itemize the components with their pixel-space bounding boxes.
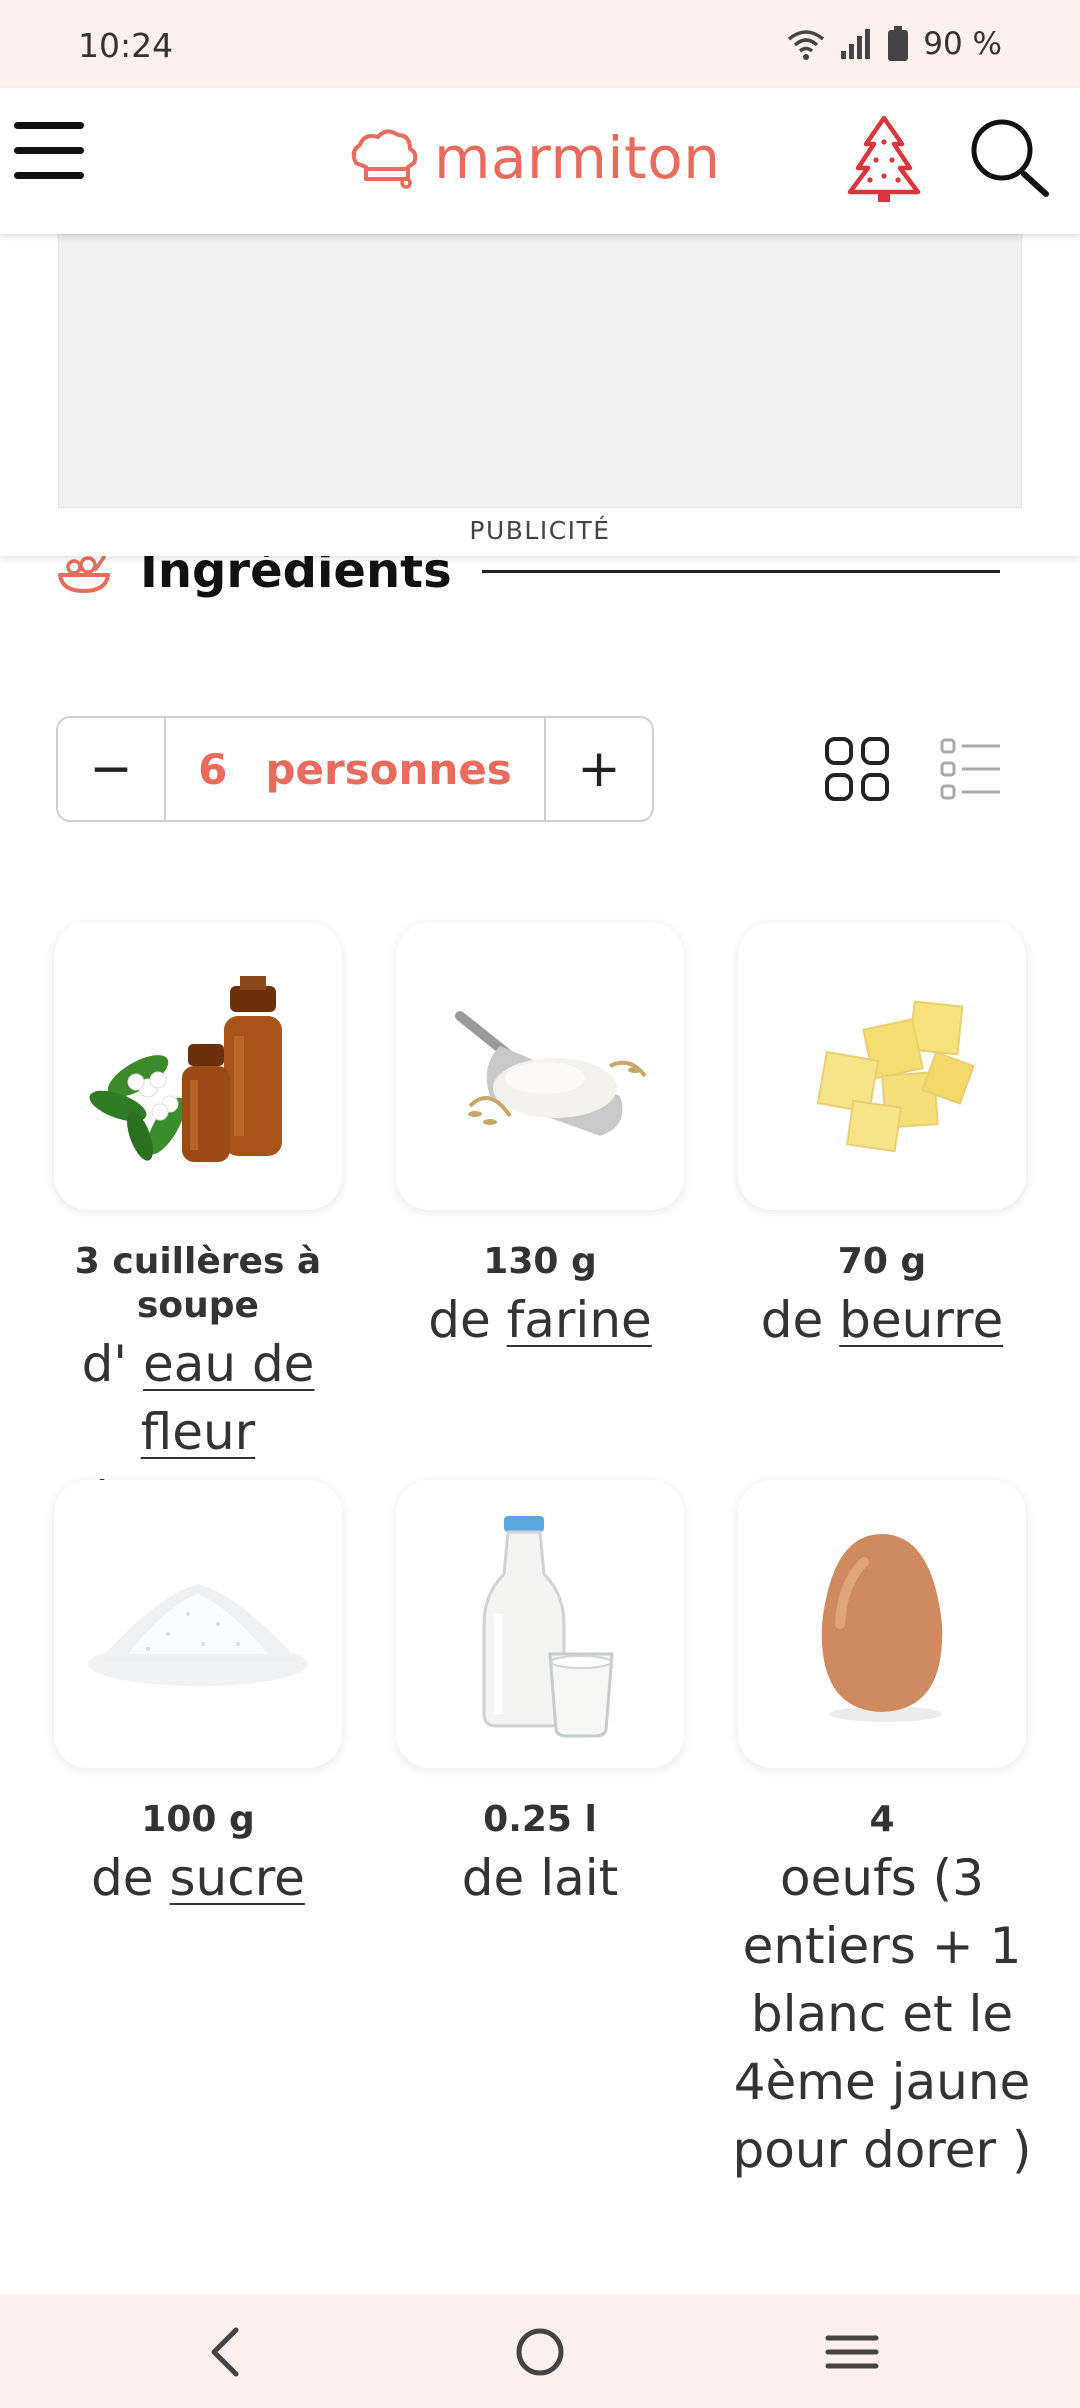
servings-unit: personnes: [265, 744, 512, 794]
grid-view-icon[interactable]: [824, 736, 890, 802]
status-indicators: 90 %: [787, 22, 1002, 66]
ingredient-quantity: 100 g: [141, 1799, 255, 1840]
signal-icon: [841, 29, 871, 59]
brand-logo[interactable]: marmiton: [348, 124, 720, 192]
battery-icon: [888, 26, 909, 61]
milk-image: [396, 1480, 684, 1768]
christmas-tree-icon[interactable]: [846, 114, 922, 206]
increase-servings-button[interactable]: +: [544, 718, 652, 820]
status-bar: 10:24 90 %: [0, 0, 1080, 88]
wifi-icon: [788, 30, 825, 60]
ingredient-quantity: 70 g: [837, 1241, 927, 1282]
butter-image: [738, 922, 1026, 1210]
ingredient-item[interactable]: 70 g de beurre: [712, 922, 1052, 1354]
menu-icon[interactable]: [14, 116, 86, 188]
ingredient-quantity: 4: [869, 1799, 895, 1840]
ingredient-name: de sucre: [91, 1849, 305, 1907]
ingredient-item[interactable]: 100 g de sucre: [28, 1480, 368, 1912]
ingredient-link[interactable]: farine: [507, 1291, 652, 1349]
app-header: marmiton: [0, 88, 1080, 234]
brand-name: marmiton: [434, 124, 721, 192]
ingredient-quantity: 3 cuillères à soupe: [74, 1241, 322, 1326]
egg-image: [738, 1480, 1026, 1768]
search-icon[interactable]: [968, 116, 1052, 200]
ingredient-link[interactable]: sucre: [169, 1849, 304, 1907]
flour-image: [396, 922, 684, 1210]
sugar-image: [54, 1480, 342, 1768]
system-nav-bar: [0, 2294, 1080, 2408]
home-icon[interactable]: [510, 2322, 570, 2382]
ingredient-name: de farine: [428, 1291, 652, 1349]
ingredient-name: de lait: [461, 1849, 619, 1907]
ingredient-name: oeufs (3 entiers + 1 blanc et le 4ème ja…: [732, 1849, 1032, 2179]
ad-banner: PUBLICITÉ: [0, 234, 1080, 556]
ingredient-item[interactable]: 0.25 l de lait: [370, 1480, 710, 1912]
chef-hat-logo-icon: [351, 129, 418, 189]
servings-value: 6 personnes: [166, 718, 544, 820]
list-view-icon[interactable]: [940, 736, 1002, 802]
ingredient-quantity: 0.25 l: [483, 1799, 597, 1840]
ingredient-item[interactable]: 4 oeufs (3 entiers + 1 blanc et le 4ème …: [712, 1480, 1052, 2184]
back-icon[interactable]: [198, 2322, 258, 2382]
orange-blossom-water-image: [54, 922, 342, 1210]
ingredient-link[interactable]: beurre: [839, 1291, 1003, 1349]
recents-icon[interactable]: [822, 2322, 882, 2382]
status-time: 10:24: [78, 26, 174, 65]
servings-count: 6: [198, 744, 228, 794]
decrease-servings-button[interactable]: −: [58, 718, 166, 820]
battery-percent: 90 %: [923, 26, 1002, 62]
screen: 10:24 90 % marmiton PUBLICITÉ Ingrédient…: [0, 0, 1080, 2408]
ad-placeholder: [58, 234, 1022, 508]
ingredient-item[interactable]: 3 cuillères à soupe d' eau de fleur d'or…: [28, 922, 368, 1534]
ingredient-quantity: 130 g: [483, 1241, 597, 1282]
ingredient-name: de beurre: [760, 1291, 1004, 1349]
section-divider: [481, 569, 1000, 573]
ad-label: PUBLICITÉ: [469, 516, 611, 545]
servings-stepper: − 6 personnes +: [56, 716, 654, 822]
ingredient-item[interactable]: 130 g de farine: [370, 922, 710, 1354]
